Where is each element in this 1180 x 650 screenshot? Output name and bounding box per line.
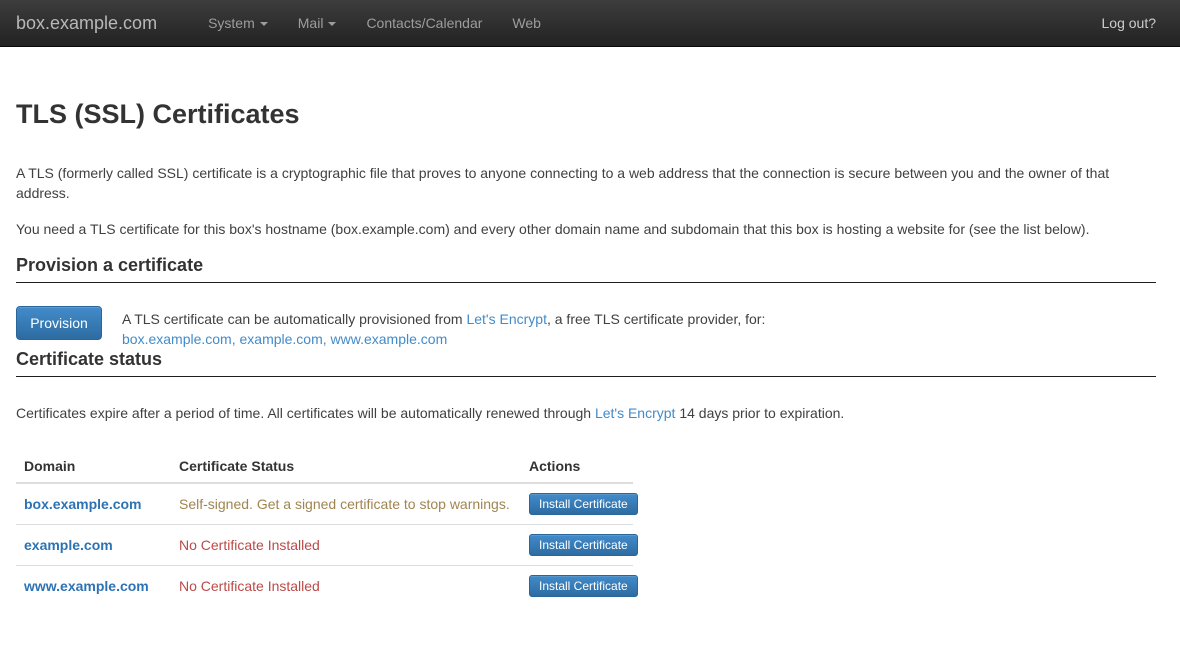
nav-item-system-label: System [208,15,255,31]
provision-button[interactable]: Provision [16,306,102,340]
table-row: example.com No Certificate Installed Ins… [16,524,633,565]
domain-link-box-example-com[interactable]: box.example.com [24,496,142,512]
certificate-status-text: No Certificate Installed [179,537,320,553]
page-title: TLS (SSL) Certificates [16,100,1156,130]
table-row: www.example.com No Certificate Installed… [16,565,633,606]
install-certificate-button[interactable]: Install Certificate [529,493,638,515]
domain-link-example-com[interactable]: example.com [24,537,113,553]
nav-item-mail-label: Mail [298,15,324,31]
nav-item-web-label: Web [512,15,541,31]
intro-paragraph-1: A TLS (formerly called SSL) certificate … [16,163,1156,203]
main-content: TLS (SSL) Certificates A TLS (formerly c… [0,100,1180,606]
provision-text-before-link: A TLS certificate can be automatically p… [122,311,466,327]
status-note-after-link: 14 days prior to expiration. [675,405,844,421]
certificate-table: Domain Certificate Status Actions box.ex… [16,450,633,606]
intro-text: A TLS (formerly called SSL) certificate … [16,163,1156,239]
provision-description-line: A TLS certificate can be automatically p… [122,309,765,329]
chevron-down-icon [328,22,336,26]
provision-text-after-link: , a free TLS certificate provider, for: [547,311,765,327]
intro-paragraph-2: You need a TLS certificate for this box'… [16,219,1156,239]
nav-item-mail[interactable]: Mail [283,0,352,47]
provision-row: Provision A TLS certificate can be autom… [16,306,1156,349]
certificate-status-text: Self-signed. Get a signed certificate to… [179,496,510,512]
status-section-heading: Certificate status [16,349,1156,377]
status-note-before-link: Certificates expire after a period of ti… [16,405,595,421]
logout-link[interactable]: Log out? [1102,15,1157,31]
nav-item-contacts-calendar-label: Contacts/Calendar [366,15,482,31]
certificate-status-text: No Certificate Installed [179,578,320,594]
domain-link-www-example-com[interactable]: www.example.com [24,578,149,594]
column-header-domain: Domain [16,450,171,483]
navbar-brand[interactable]: box.example.com [16,13,157,34]
column-header-certificate-status: Certificate Status [171,450,521,483]
top-navbar: box.example.com System Mail Contacts/Cal… [0,0,1180,47]
status-note: Certificates expire after a period of ti… [16,403,1156,423]
chevron-down-icon [260,22,268,26]
column-header-actions: Actions [521,450,633,483]
nav-item-web[interactable]: Web [497,0,556,47]
table-header-row: Domain Certificate Status Actions [16,450,633,483]
nav-item-system[interactable]: System [193,0,283,47]
table-row: box.example.com Self-signed. Get a signe… [16,483,633,525]
lets-encrypt-link[interactable]: Let's Encrypt [595,405,676,421]
install-certificate-button[interactable]: Install Certificate [529,534,638,556]
provision-section-heading: Provision a certificate [16,255,1156,283]
lets-encrypt-link[interactable]: Let's Encrypt [466,311,547,327]
install-certificate-button[interactable]: Install Certificate [529,575,638,597]
provision-description: A TLS certificate can be automatically p… [122,306,765,349]
nav-item-contacts-calendar[interactable]: Contacts/Calendar [351,0,497,47]
provision-domains-list: box.example.com, example.com, www.exampl… [122,329,765,349]
